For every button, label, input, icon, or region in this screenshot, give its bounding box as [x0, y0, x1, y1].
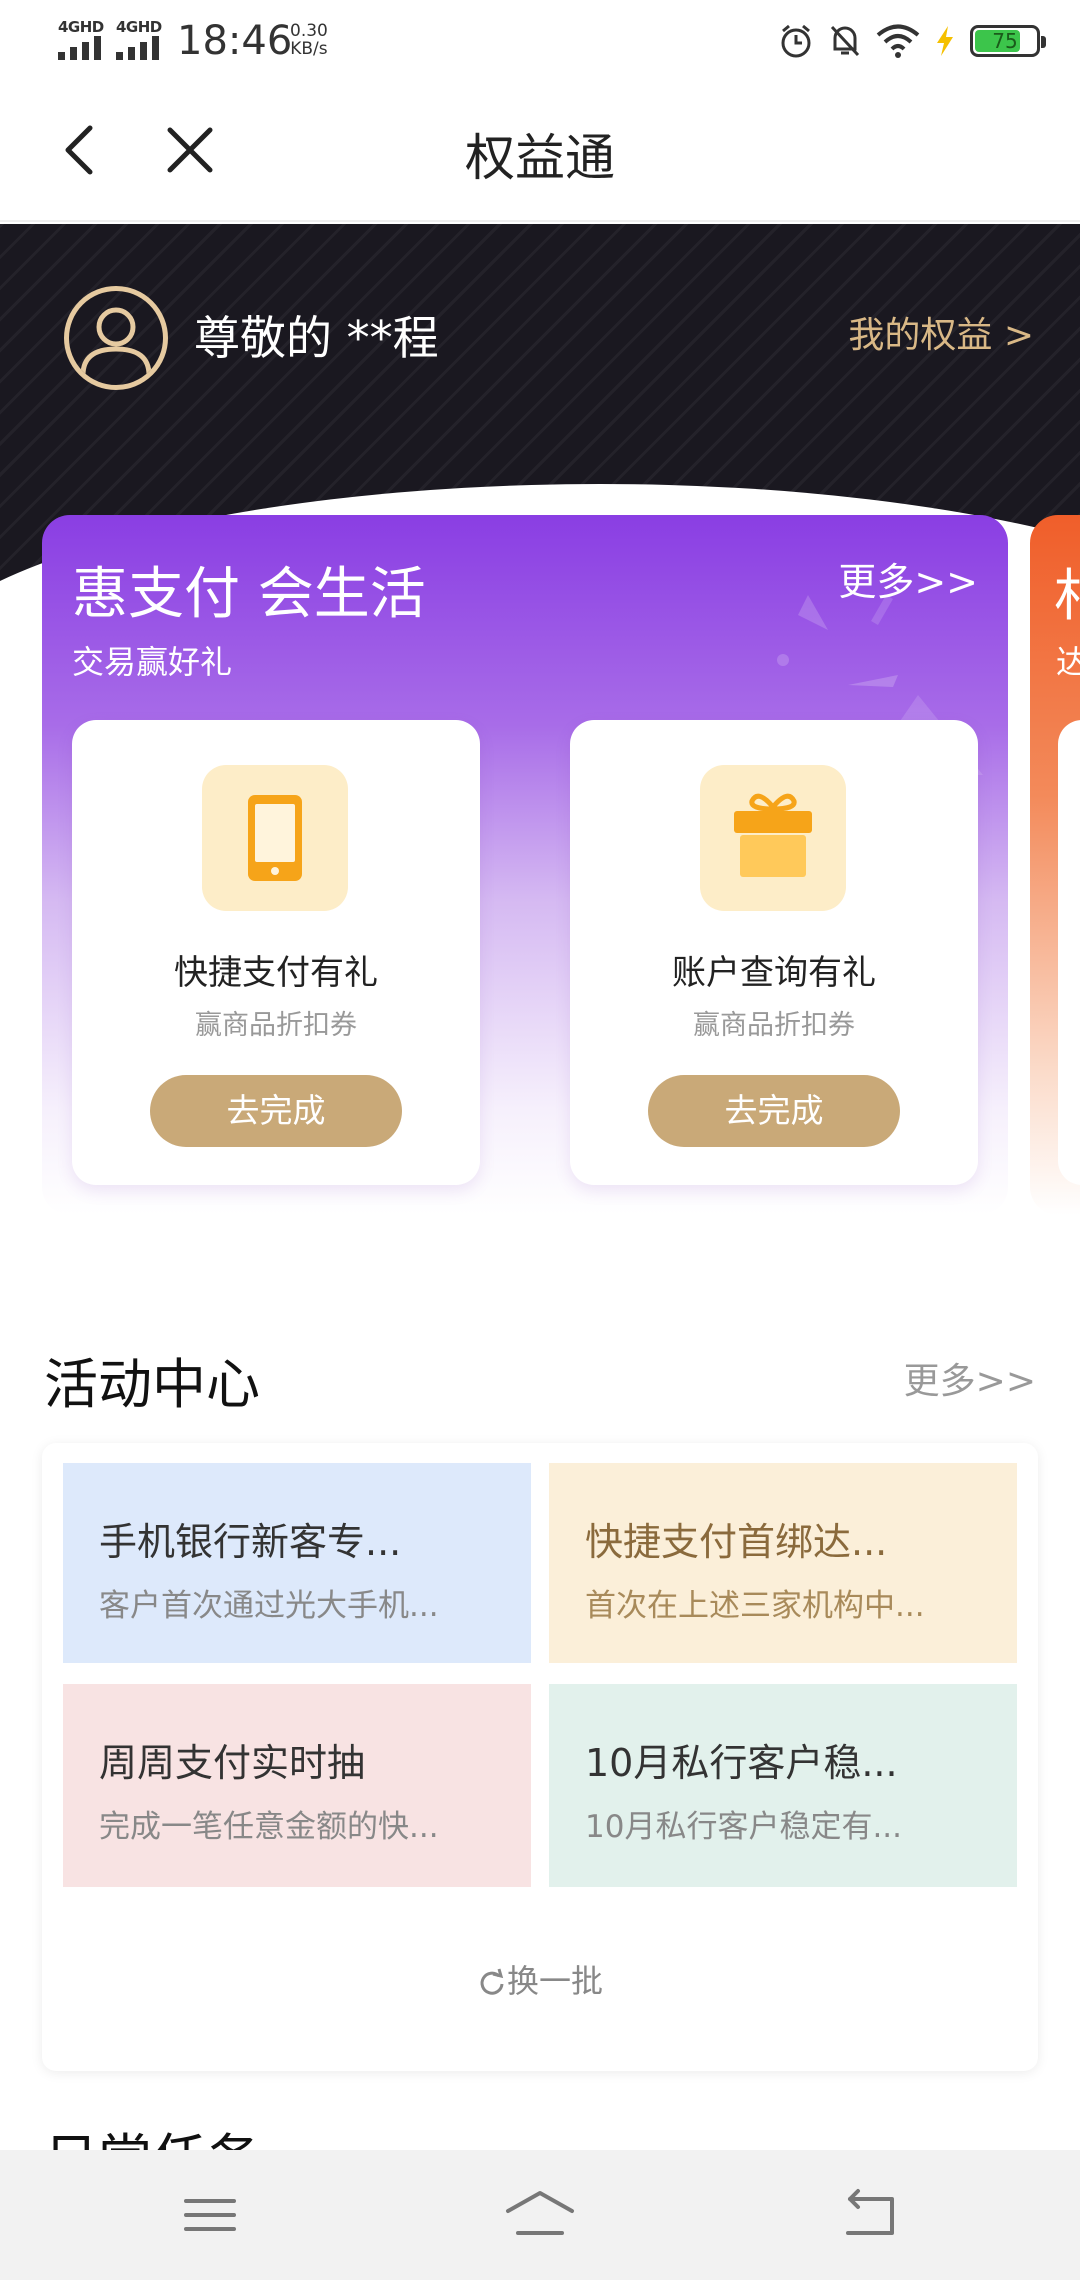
- nav-bar: 权益通: [0, 80, 1080, 222]
- promo-more-link[interactable]: 更多>>: [838, 551, 978, 606]
- back-nav-icon[interactable]: [830, 2175, 910, 2255]
- home-icon[interactable]: [500, 2175, 580, 2255]
- next-promo-card[interactable]: 村 达: [1030, 515, 1080, 1215]
- activity-desc: 首次在上述三家机构中...: [585, 1588, 925, 1624]
- promo-title: 惠支付 会生活: [72, 562, 426, 627]
- activity-title: 手机银行新客专...: [99, 1520, 402, 1564]
- status-icons: 75: [778, 18, 1046, 64]
- next-promo-title: 村: [1054, 551, 1080, 632]
- task-icon-box: [202, 765, 348, 911]
- mute-icon: [830, 25, 860, 57]
- refresh-icon: [480, 1968, 504, 1995]
- menu-icon[interactable]: [170, 2175, 250, 2255]
- phone-icon: [248, 795, 302, 881]
- battery-icon: 75: [970, 25, 1046, 57]
- greeting: 尊敬的 **程: [194, 311, 439, 365]
- task-icon-box: [700, 765, 846, 911]
- task-desc: 赢商品折扣券: [693, 1010, 855, 1041]
- signal-bars-icon: [58, 36, 104, 60]
- battery-level: 75: [992, 29, 1018, 53]
- avatar[interactable]: [64, 286, 168, 390]
- activity-item[interactable]: 10月私行客户稳... 10月私行客户稳定有...: [549, 1684, 1017, 1887]
- signal-2: 4GHD: [116, 18, 162, 60]
- speed-value: 0.30: [290, 21, 328, 41]
- activity-desc: 10月私行客户稳定有...: [585, 1809, 903, 1845]
- activity-panel: 手机银行新客专... 客户首次通过光大手机... 快捷支付首绑达... 首次在上…: [42, 1443, 1038, 2071]
- my-benefits-link[interactable]: 我的权益 >: [848, 306, 1034, 358]
- gift-icon: [734, 793, 812, 877]
- status-bar: 4GHD 4GHD 18:46 0.30 KB/s 75: [0, 0, 1080, 80]
- signal-1: 4GHD: [58, 18, 104, 60]
- task-complete-button[interactable]: 去完成: [648, 1075, 900, 1147]
- task-complete-button[interactable]: 去完成: [150, 1075, 402, 1147]
- activity-item[interactable]: 周周支付实时抽 完成一笔任意金额的快...: [63, 1684, 531, 1887]
- activity-more-link[interactable]: 更多>>: [904, 1352, 1036, 1404]
- promo-card: 惠支付 会生活 交易赢好礼 更多>> 快捷支付有礼 赢商品折扣券 去完成 账户查…: [42, 515, 1008, 1215]
- daily-section-title: 日常任务: [44, 2132, 260, 2150]
- task-desc: 赢商品折扣券: [195, 1010, 357, 1041]
- task-name: 快捷支付有礼: [174, 953, 378, 993]
- activity-item[interactable]: 手机银行新客专... 客户首次通过光大手机...: [63, 1463, 531, 1663]
- page-title: 权益通: [465, 129, 615, 187]
- alarm-icon: [781, 24, 811, 58]
- activity-title: 快捷支付首绑达...: [585, 1520, 888, 1564]
- network-type-1: 4GHD: [58, 18, 104, 36]
- signal-bars-icon: [116, 36, 162, 60]
- activity-item[interactable]: 快捷支付首绑达... 首次在上述三家机构中...: [549, 1463, 1017, 1663]
- next-promo-subtitle: 达: [1056, 643, 1080, 681]
- user-icon: [80, 307, 152, 376]
- task-name: 账户查询有礼: [672, 953, 876, 993]
- wifi-icon: [876, 24, 920, 58]
- refresh-button[interactable]: 换一批: [42, 1956, 1038, 2002]
- task-card[interactable]: 账户查询有礼 赢商品折扣券 去完成: [570, 720, 978, 1185]
- network-type-2: 4GHD: [116, 18, 162, 36]
- network-speed: 0.30 KB/s: [290, 22, 328, 58]
- system-nav-bar: [0, 2150, 1080, 2280]
- activity-desc: 客户首次通过光大手机...: [99, 1588, 439, 1624]
- activity-title: 10月私行客户稳...: [585, 1741, 898, 1785]
- promo-subtitle: 交易赢好礼: [72, 643, 233, 681]
- speed-unit: KB/s: [290, 39, 328, 59]
- activity-desc: 完成一笔任意金额的快...: [99, 1809, 439, 1845]
- clock: 18:46: [177, 18, 293, 64]
- refresh-label: 换一批: [506, 1962, 603, 2000]
- activity-title: 周周支付实时抽: [99, 1741, 366, 1785]
- task-card[interactable]: 快捷支付有礼 赢商品折扣券 去完成: [72, 720, 480, 1185]
- charging-icon: [937, 26, 953, 56]
- activity-section-title: 活动中心: [44, 1353, 260, 1416]
